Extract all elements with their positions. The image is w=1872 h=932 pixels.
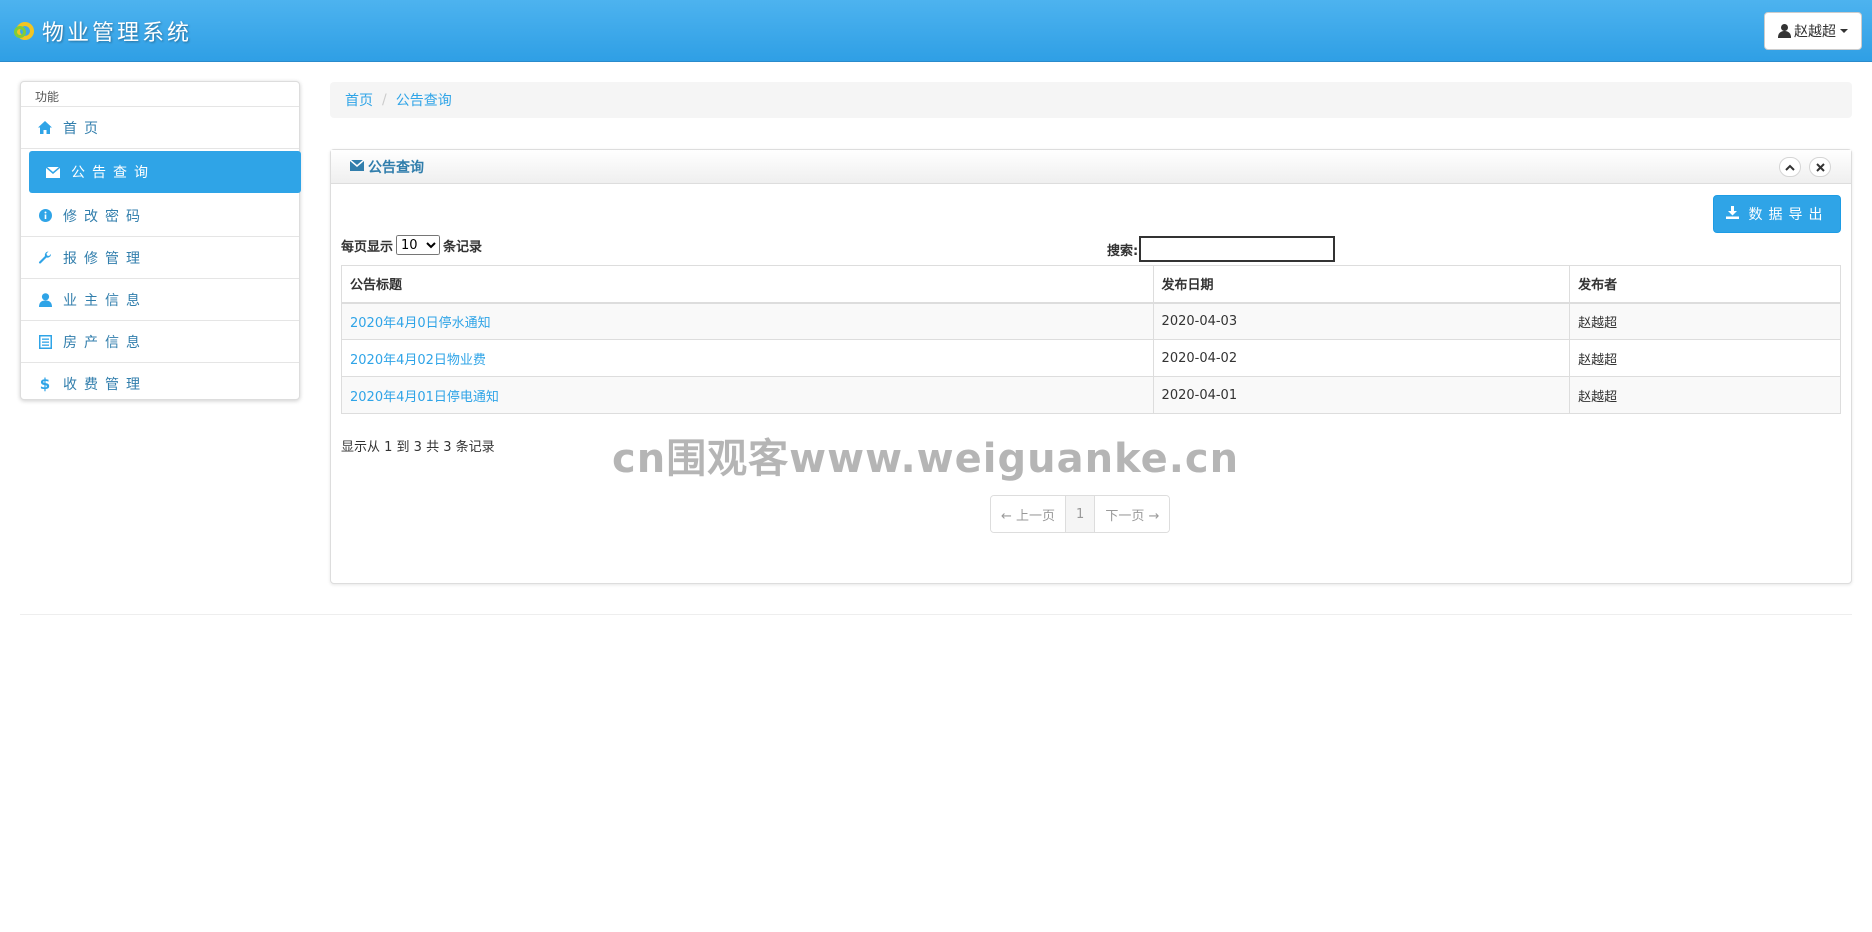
export-data-button[interactable]: 数据导出 <box>1713 195 1841 233</box>
brand[interactable]: 物业管理系统 <box>14 14 192 48</box>
notice-title-link[interactable]: 2020年4月0日停水通知 <box>350 316 491 331</box>
user-icon <box>37 292 53 308</box>
sidebar-item-notice-query[interactable]: 公告查询 <box>29 151 301 193</box>
search-control: 搜索: <box>1107 236 1336 262</box>
sidebar-item-property-info[interactable]: 房产信息 <box>21 321 299 363</box>
table-row: 2020年4月02日物业费 2020-04-02 赵越超 <box>341 339 1841 377</box>
export-label: 数据导出 <box>1748 207 1829 223</box>
list-icon <box>37 334 53 350</box>
length-suffix: 条记录 <box>443 239 483 255</box>
notice-panel: 公告查询 数据导出 每页显示 10 条记录 搜索: 公告标题 发布日期 发布者 … <box>330 149 1852 584</box>
search-input[interactable] <box>1139 236 1336 262</box>
sidebar-item-label: 业主信息 <box>63 292 147 309</box>
close-icon <box>1815 162 1825 172</box>
sidebar-item-label: 房产信息 <box>63 334 147 351</box>
footer-divider <box>20 614 1852 615</box>
panel-tools <box>1779 157 1831 177</box>
column-header-author[interactable]: 发布者 <box>1569 265 1841 304</box>
info-icon <box>37 208 53 224</box>
top-navbar: 物业管理系统 赵越超 <box>0 0 1872 62</box>
notice-title-link[interactable]: 2020年4月01日停电通知 <box>350 390 499 405</box>
breadcrumb-current-link[interactable]: 公告查询 <box>396 90 452 110</box>
sidebar-item-label: 收费管理 <box>63 377 147 393</box>
cell-title: 2020年4月0日停水通知 <box>341 302 1154 340</box>
home-icon <box>37 120 53 136</box>
collapse-button[interactable] <box>1779 157 1801 177</box>
cell-title: 2020年4月02日物业费 <box>341 339 1154 377</box>
page-number-button[interactable]: 1 <box>1066 496 1096 532</box>
pagination: ← 上一页 1 下一页 → <box>990 495 1171 533</box>
user-name: 赵越超 <box>1794 24 1836 40</box>
envelope-icon <box>349 158 365 175</box>
panel-title: 公告查询 <box>368 159 424 176</box>
sidebar-item-label: 修改密码 <box>63 208 147 225</box>
table-row: 2020年4月0日停水通知 2020-04-03 赵越超 <box>341 302 1841 340</box>
cell-date: 2020-04-02 <box>1152 339 1571 377</box>
close-button[interactable] <box>1809 157 1831 177</box>
cell-author: 赵越超 <box>1569 302 1841 340</box>
user-menu-button[interactable]: 赵越超 <box>1764 12 1862 50</box>
panel-heading: 公告查询 <box>331 150 1851 184</box>
cell-date: 2020-04-01 <box>1152 376 1571 414</box>
sidebar-item-label: 公告查询 <box>71 165 155 181</box>
caret-down-icon <box>1840 29 1848 33</box>
sidebar-item-repair[interactable]: 报修管理 <box>21 237 299 279</box>
table-header-row: 公告标题 发布日期 发布者 <box>341 265 1841 304</box>
chevron-up-icon <box>1785 164 1795 171</box>
app-title: 物业管理系统 <box>42 21 193 46</box>
prev-page-button[interactable]: ← 上一页 <box>991 496 1067 532</box>
sidebar-item-owner-info[interactable]: 业主信息 <box>21 279 299 321</box>
next-page-button[interactable]: 下一页 → <box>1095 496 1170 532</box>
watermark: cn围观客www.weiguanke.cn <box>612 436 1240 482</box>
sidebar-item-home[interactable]: 首页 <box>21 107 299 149</box>
sidebar-item-label: 首页 <box>63 120 105 137</box>
table-info: 显示从 1 到 3 共 3 条记录 <box>341 440 495 455</box>
length-prefix: 每页显示 <box>341 239 394 255</box>
cell-author: 赵越超 <box>1569 339 1841 377</box>
sidebar-header: 功能 <box>21 82 299 107</box>
cell-title: 2020年4月01日停电通知 <box>341 376 1154 414</box>
cell-author: 赵越超 <box>1569 376 1841 414</box>
sidebar: 功能 首页 公告查询 修改密码 报修管理 业主信息 房产信息 $ 收费管理 <box>20 81 301 400</box>
sidebar-item-fee-management[interactable]: $ 收费管理 <box>21 363 299 405</box>
page-length-select[interactable]: 10 <box>396 235 441 255</box>
user-icon <box>1778 24 1791 38</box>
envelope-icon <box>45 164 61 180</box>
column-header-date[interactable]: 发布日期 <box>1152 265 1571 304</box>
sidebar-item-change-password[interactable]: 修改密码 <box>21 195 299 237</box>
sidebar-item-label: 报修管理 <box>63 250 147 267</box>
notice-table: 公告标题 发布日期 发布者 2020年4月0日停水通知 2020-04-03 赵… <box>341 265 1841 414</box>
logo-icon <box>14 20 36 42</box>
breadcrumb-separator: / <box>382 92 387 108</box>
download-icon <box>1725 205 1739 223</box>
dollar-icon: $ <box>39 375 51 393</box>
page-length-control: 每页显示 10 条记录 <box>341 235 482 255</box>
breadcrumb-home-link[interactable]: 首页 <box>345 90 373 110</box>
search-label: 搜索: <box>1107 243 1139 259</box>
column-header-title[interactable]: 公告标题 <box>341 265 1154 304</box>
wrench-icon <box>37 250 53 266</box>
cell-date: 2020-04-03 <box>1152 302 1571 340</box>
table-row: 2020年4月01日停电通知 2020-04-01 赵越超 <box>341 376 1841 414</box>
notice-title-link[interactable]: 2020年4月02日物业费 <box>350 353 486 368</box>
breadcrumb: 首页 / 公告查询 <box>330 82 1852 118</box>
